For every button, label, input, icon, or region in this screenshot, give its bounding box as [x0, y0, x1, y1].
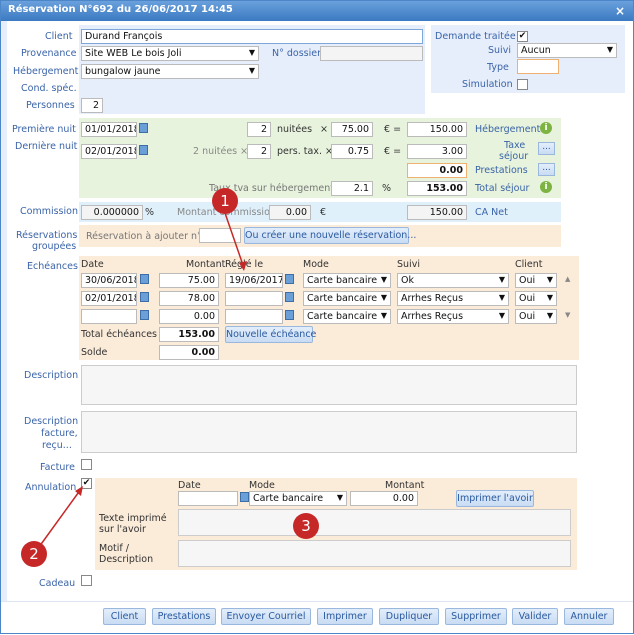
arrow-1-line	[224, 212, 245, 269]
callout-3: 3	[293, 513, 319, 539]
callout-2: 2	[21, 541, 47, 567]
annotation-arrows	[38, 212, 247, 548]
arrow-2-line	[38, 488, 82, 548]
arrow-1-head	[239, 261, 247, 271]
callout-1: 1	[212, 188, 238, 214]
reservation-dialog: Réservation N°692 du 26/06/2017 14:45 × …	[0, 0, 634, 634]
